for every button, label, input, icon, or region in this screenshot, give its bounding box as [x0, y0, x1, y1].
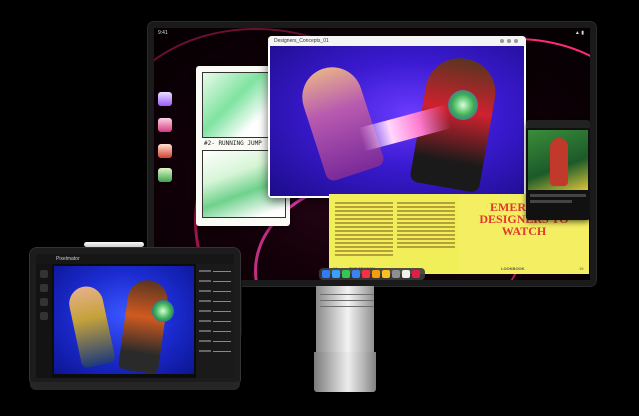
mail-icon[interactable] — [352, 270, 360, 278]
adjustment-slider[interactable] — [199, 340, 231, 345]
ipad-tools-sidebar[interactable] — [36, 264, 52, 378]
adjustment-slider[interactable] — [199, 310, 231, 315]
side-window-text-line — [530, 194, 586, 197]
side-window-text-line — [530, 200, 572, 203]
music-icon[interactable] — [362, 270, 370, 278]
dock — [319, 268, 425, 280]
side-window-figure — [550, 138, 568, 186]
settings-icon[interactable] — [392, 270, 400, 278]
photos-icon[interactable] — [372, 270, 380, 278]
freeform-icon[interactable] — [402, 270, 410, 278]
finder-icon[interactable] — [322, 270, 330, 278]
ipad-canvas-image — [54, 266, 194, 374]
ipad-adjustments-panel[interactable] — [196, 264, 234, 378]
display-stand-foot — [314, 352, 376, 392]
magazine-text-column — [397, 202, 455, 250]
stage-manager-app-thumbnail[interactable] — [158, 92, 172, 106]
status-icons: ▲ ▮ — [574, 30, 584, 36]
adjustment-slider[interactable] — [199, 300, 231, 305]
window-control-icon[interactable] — [507, 39, 511, 43]
apple-pencil — [84, 242, 144, 247]
notes-icon[interactable] — [382, 270, 390, 278]
magazine-headline-line3: WATCH — [501, 224, 547, 238]
app-icon[interactable] — [412, 270, 420, 278]
figure-left — [294, 59, 386, 183]
photo-window-titlebar[interactable]: Designers_Concepts_01 — [268, 36, 526, 46]
side-app-window[interactable] — [526, 120, 590, 220]
photo-window[interactable]: Designers_Concepts_01 — [268, 36, 526, 198]
adjustment-slider[interactable] — [199, 320, 231, 325]
adjustment-slider[interactable] — [199, 290, 231, 295]
adjustment-slider[interactable] — [199, 280, 231, 285]
tool-icon[interactable] — [40, 312, 48, 320]
figure-right — [117, 277, 171, 374]
tool-icon[interactable] — [40, 298, 48, 306]
adjustment-slider[interactable] — [199, 350, 231, 355]
adjustment-slider[interactable] — [199, 270, 231, 275]
ipad-app-toolbar[interactable]: Pixelmator — [36, 254, 234, 264]
tool-icon[interactable] — [40, 270, 48, 278]
stage-manager-app-thumbnail[interactable] — [158, 144, 172, 158]
stage-manager-app-thumbnail[interactable] — [158, 118, 172, 132]
window-control-icon[interactable] — [500, 39, 504, 43]
magic-keyboard — [30, 382, 240, 390]
glass-orb — [152, 300, 174, 322]
stage-manager-app-thumbnail[interactable] — [158, 168, 172, 182]
display-screen: 9:41 ▲ ▮ #2- RUNNING JUMP Designers_Conc… — [154, 28, 590, 280]
fashion-photo — [270, 46, 524, 196]
magazine-footer-right: LOOKBOOK — [501, 266, 525, 271]
figure-left — [66, 283, 116, 369]
photo-filename: Designers_Concepts_01 — [274, 38, 329, 44]
status-time: 9:41 — [158, 30, 168, 36]
adjustment-slider[interactable] — [199, 330, 231, 335]
ipad-app-title: Pixelmator — [56, 256, 80, 262]
window-control-icon[interactable] — [514, 39, 518, 43]
display-stand-neck — [316, 286, 374, 356]
window-controls[interactable] — [500, 39, 518, 43]
tool-icon[interactable] — [40, 284, 48, 292]
ipad-screen: Pixelmator — [36, 254, 234, 378]
glass-orb — [448, 90, 478, 120]
side-window-toolbar[interactable] — [526, 120, 590, 128]
messages-icon[interactable] — [342, 270, 350, 278]
magazine-text-column — [335, 202, 393, 258]
storyboard-panel-title: #2- RUNNING JUMP — [204, 140, 262, 147]
magazine-page-number: 19 — [579, 266, 584, 271]
safari-icon[interactable] — [332, 270, 340, 278]
